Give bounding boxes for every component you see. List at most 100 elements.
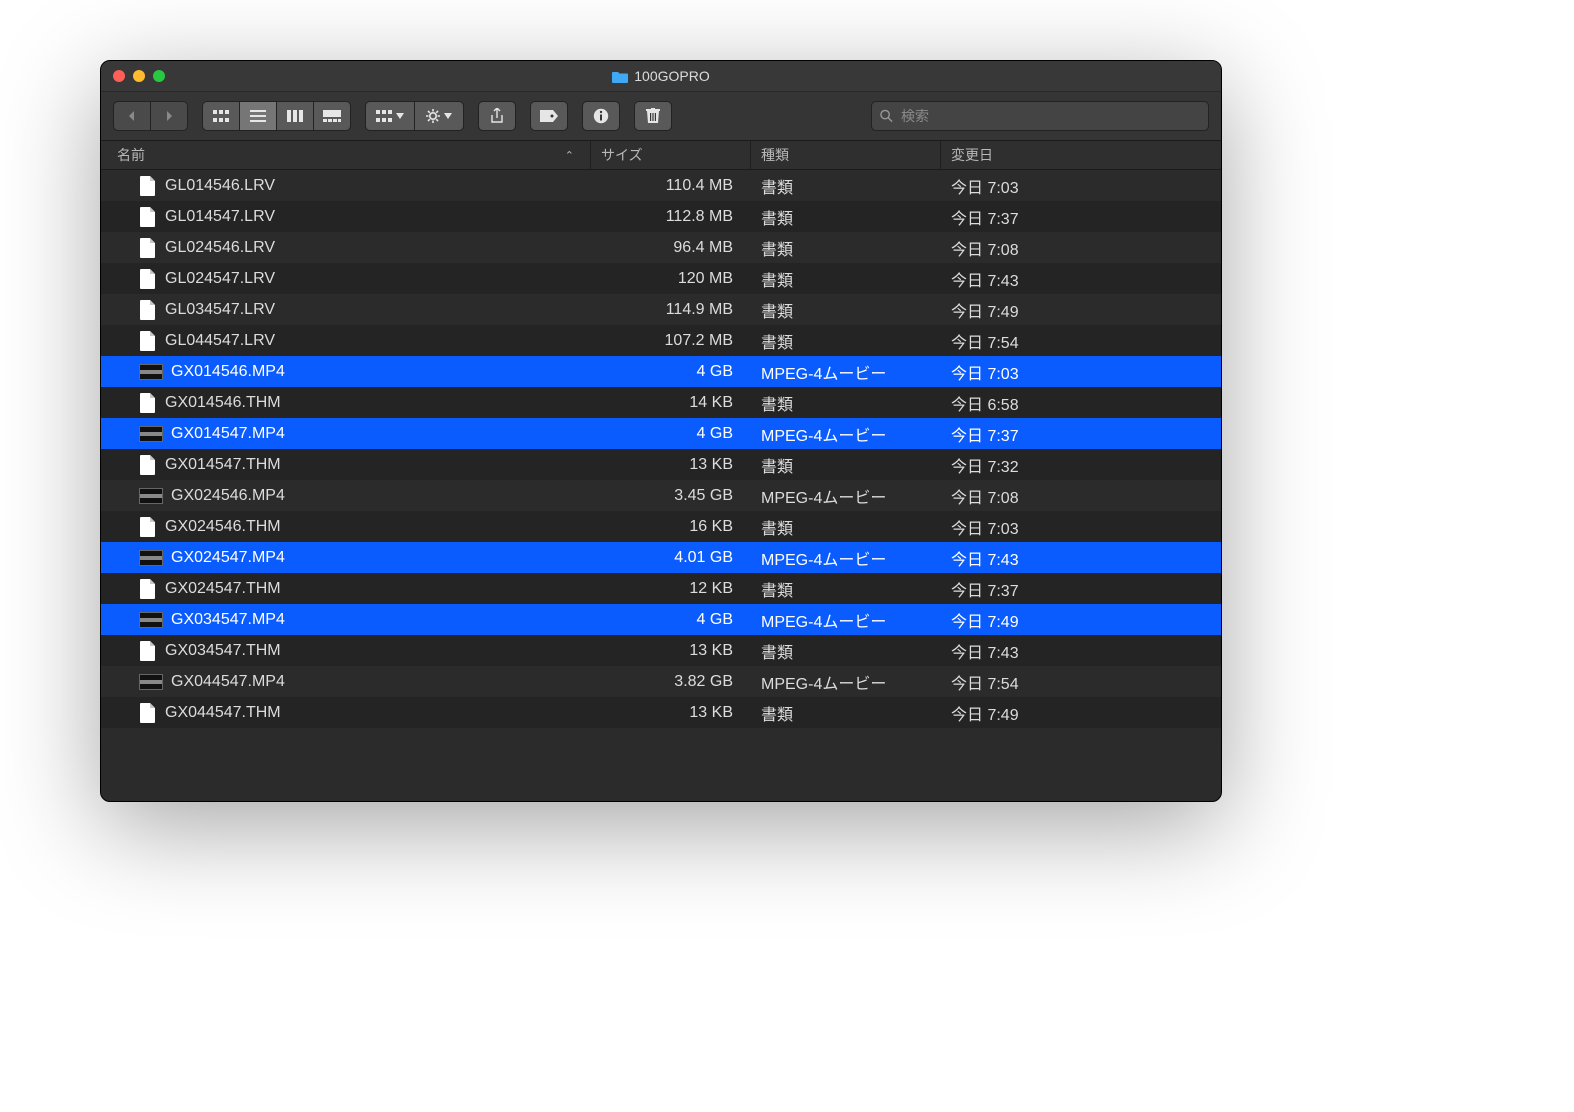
file-size: 13 KB [689, 642, 733, 660]
file-size: 13 KB [689, 704, 733, 722]
table-row[interactable]: GX044547.THM13 KB書類今日 7:49 [101, 697, 1221, 728]
file-name: GX024546.THM [165, 518, 281, 536]
file-date: 今日 7:49 [951, 298, 1019, 322]
document-icon [139, 300, 157, 320]
file-date: 今日 7:08 [951, 484, 1019, 508]
file-name: GL044547.LRV [165, 332, 275, 350]
file-date: 今日 7:43 [951, 546, 1019, 570]
column-header-kind[interactable]: 種類 [751, 141, 941, 169]
file-kind: MPEG-4ムービー [761, 670, 886, 694]
document-icon [139, 393, 157, 413]
tags-button[interactable] [530, 101, 568, 131]
arrange-button[interactable] [365, 101, 415, 131]
file-name: GL014547.LRV [165, 208, 275, 226]
table-row[interactable]: GX044547.MP4 3.82 GB MPEG-4ムービー 今日 7:54 [101, 666, 1221, 697]
icon-view-button[interactable] [202, 101, 240, 131]
file-date: 今日 7:32 [951, 453, 1019, 477]
document-icon [139, 269, 157, 289]
file-kind: 書類 [761, 391, 793, 415]
table-row[interactable]: GX034547.THM13 KB書類今日 7:43 [101, 635, 1221, 666]
table-row[interactable]: GX014546.MP44 GBMPEG-4ムービー今日 7:03 [101, 356, 1221, 387]
gallery-view-button[interactable] [313, 101, 351, 131]
table-row[interactable]: GL014547.LRV112.8 MB書類今日 7:37 [101, 201, 1221, 232]
column-header-size[interactable]: サイズ [591, 141, 751, 169]
file-kind: MPEG-4ムービー [761, 484, 886, 508]
file-date: 今日 7:37 [951, 205, 1019, 229]
document-icon [139, 176, 157, 196]
window-title-text: 100GOPRO [634, 68, 709, 84]
action-button[interactable] [414, 101, 464, 131]
video-thumb-icon [139, 674, 163, 690]
file-name: GX024547.THM [165, 580, 281, 598]
file-size: 96.4 MB [673, 239, 733, 257]
file-name: GL024546.LRV [165, 239, 275, 257]
arrange-action-buttons [365, 101, 464, 131]
document-icon [139, 641, 157, 661]
document-icon [139, 207, 157, 227]
search-icon [880, 109, 893, 123]
share-button[interactable] [478, 101, 516, 131]
file-date: 今日 7:43 [951, 267, 1019, 291]
file-size: 107.2 MB [665, 332, 733, 350]
table-row[interactable]: GX024547.THM12 KB書類今日 7:37 [101, 573, 1221, 604]
file-date: 今日 7:43 [951, 639, 1019, 663]
table-row[interactable]: GX024546.THM16 KB書類今日 7:03 [101, 511, 1221, 542]
file-date: 今日 7:49 [951, 608, 1019, 632]
file-kind: 書類 [761, 205, 793, 229]
file-name: GX044547.MP4 [171, 673, 285, 691]
table-row[interactable]: GX024547.MP44.01 GBMPEG-4ムービー今日 7:43 [101, 542, 1221, 573]
video-thumb-icon [139, 612, 163, 628]
file-name: GX014547.MP4 [171, 425, 285, 443]
file-kind: 書類 [761, 329, 793, 353]
file-kind: 書類 [761, 174, 793, 198]
file-size: 3.45 GB [674, 487, 733, 505]
info-button[interactable] [582, 101, 620, 131]
document-icon [139, 703, 157, 723]
trash-button[interactable] [634, 101, 672, 131]
table-row[interactable]: GX014546.THM14 KB書類今日 6:58 [101, 387, 1221, 418]
file-name: GL024547.LRV [165, 270, 275, 288]
search-field[interactable] [871, 101, 1209, 131]
table-row[interactable]: GX014547.MP44 GBMPEG-4ムービー今日 7:37 [101, 418, 1221, 449]
table-row[interactable]: GL024546.LRV96.4 MB書類今日 7:08 [101, 232, 1221, 263]
sort-ascending-icon: ⌃ [565, 149, 574, 162]
file-date: 今日 7:54 [951, 670, 1019, 694]
titlebar[interactable]: 100GOPRO [101, 61, 1221, 92]
table-row[interactable]: GX024546.MP43.45 GBMPEG-4ムービー今日 7:08 [101, 480, 1221, 511]
column-headers: 名前 ⌃ サイズ 種類 変更日 [101, 141, 1221, 170]
file-date: 今日 7:03 [951, 515, 1019, 539]
file-size: 4.01 GB [674, 549, 733, 567]
search-input[interactable] [899, 107, 1200, 125]
file-date: 今日 7:03 [951, 360, 1019, 384]
table-row[interactable]: GL024547.LRV120 MB書類今日 7:43 [101, 263, 1221, 294]
view-mode-buttons [202, 101, 351, 131]
back-button[interactable] [113, 101, 151, 131]
file-size: 3.82 GB [674, 673, 733, 691]
file-date: 今日 7:37 [951, 577, 1019, 601]
column-header-date[interactable]: 変更日 [941, 141, 1221, 169]
nav-buttons [113, 101, 188, 131]
file-kind: MPEG-4ムービー [761, 546, 886, 570]
finder-window: 100GOPRO [100, 60, 1222, 802]
file-list[interactable]: GL014546.LRV110.4 MB書類今日 7:03 GL014547.LR… [101, 170, 1221, 801]
forward-button[interactable] [150, 101, 188, 131]
table-row[interactable]: GX014547.THM13 KB書類今日 7:32 [101, 449, 1221, 480]
list-view-button[interactable] [239, 101, 277, 131]
file-size: 4 GB [697, 425, 733, 443]
table-row[interactable]: GL044547.LRV107.2 MB書類今日 7:54 [101, 325, 1221, 356]
file-date: 今日 6:58 [951, 391, 1019, 415]
file-date: 今日 7:49 [951, 701, 1019, 725]
file-date: 今日 7:08 [951, 236, 1019, 260]
column-view-button[interactable] [276, 101, 314, 131]
document-icon [139, 331, 157, 351]
file-kind: 書類 [761, 453, 793, 477]
video-thumb-icon [139, 550, 163, 566]
file-kind: 書類 [761, 639, 793, 663]
table-row[interactable]: GL014546.LRV110.4 MB書類今日 7:03 [101, 170, 1221, 201]
table-row[interactable]: GX034547.MP44 GBMPEG-4ムービー今日 7:49 [101, 604, 1221, 635]
file-name: GX014546.MP4 [171, 363, 285, 381]
column-header-name[interactable]: 名前 ⌃ [101, 141, 591, 169]
table-row[interactable]: GL034547.LRV114.9 MB書類今日 7:49 [101, 294, 1221, 325]
window-title: 100GOPRO [101, 68, 1221, 84]
folder-icon [612, 70, 628, 83]
